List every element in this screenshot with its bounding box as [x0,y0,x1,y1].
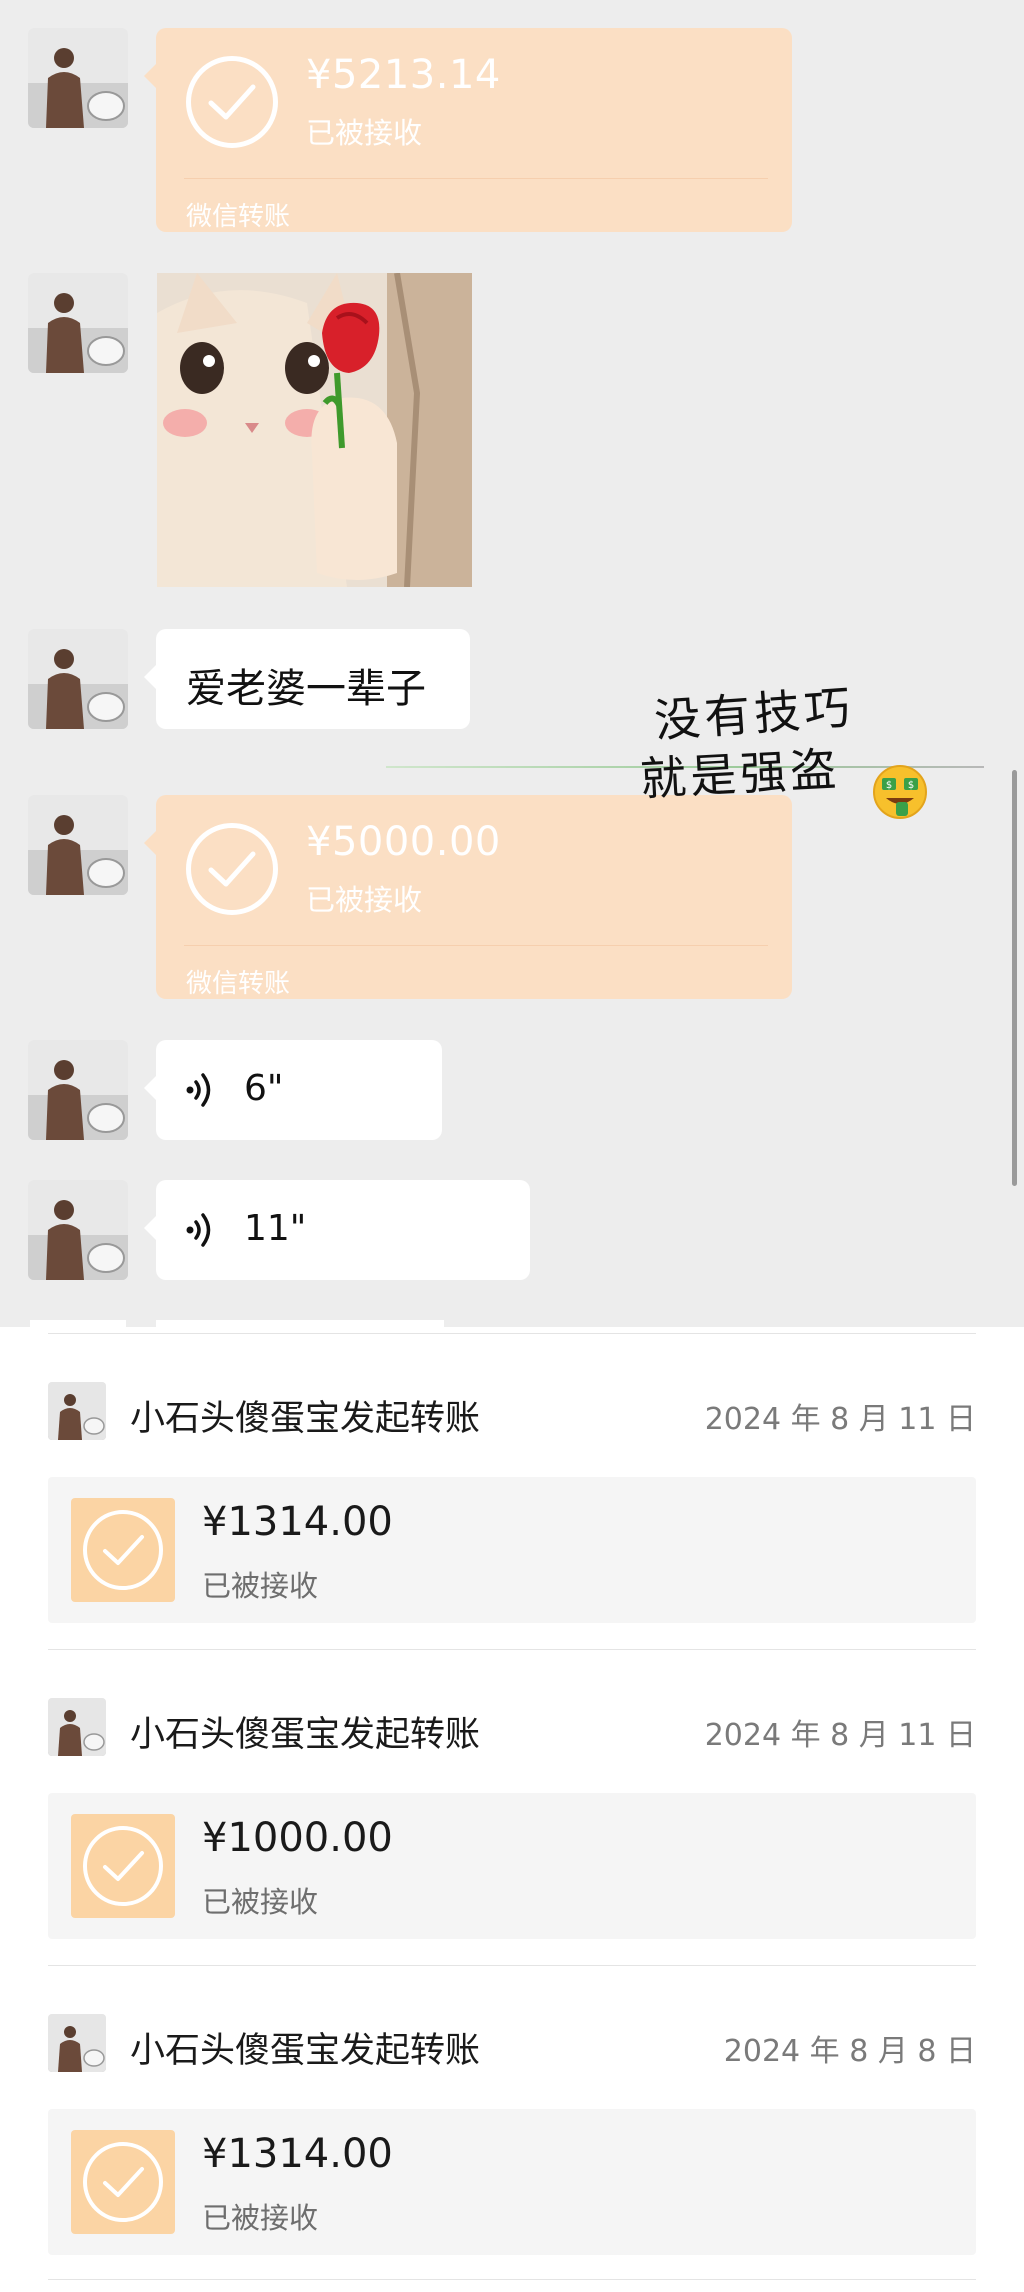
record-avatar [48,1382,106,1440]
transfer-message[interactable]: ¥5213.14 已被接收 微信转账 [144,28,792,232]
transfer-divider [184,178,768,179]
voice-duration: 11" [244,1208,307,1249]
record-card[interactable]: ¥1000.00 已被接收 [48,1793,976,1939]
transfer-amount: ¥5000.00 [306,819,501,865]
list-divider [48,2279,976,2280]
record-status: 已被接收 [202,1885,319,1919]
transfer-status: 已被接收 [306,116,423,150]
record-amount: ¥1000.00 [202,1815,393,1861]
chat-scrollbar[interactable] [1012,770,1017,1186]
transfer-message[interactable]: ¥5000.00 已被接收 微信转账 [144,795,792,999]
transfer-record-list: 小石头傻蛋宝发起转账 2024 年 8 月 11 日 ¥1314.00 已被接收… [0,1327,1024,2292]
check-circle-icon [186,56,278,148]
check-circle-icon [83,1510,163,1590]
sender-avatar[interactable] [28,273,128,373]
sender-avatar[interactable] [28,629,128,729]
list-divider [48,1965,976,1966]
transfer-footer: 微信转账 [186,969,291,999]
sender-avatar[interactable] [28,28,128,128]
record-header[interactable]: 小石头傻蛋宝发起转账 2024 年 8 月 8 日 [48,2014,976,2074]
record-status: 已被接收 [202,1569,319,1603]
voice-duration: 6" [244,1068,284,1109]
caption-line-2: 就是强盗 [638,741,842,807]
transfer-icon-tile [71,1498,175,1602]
record-card[interactable]: ¥1314.00 已被接收 [48,2109,976,2255]
record-date: 2024 年 8 月 11 日 [704,1402,976,1437]
money-mouth-face-icon: $ $ [873,765,927,819]
sender-avatar[interactable] [28,1180,128,1280]
sender-avatar[interactable] [28,1040,128,1140]
transfer-status: 已被接收 [306,883,423,917]
check-circle-icon [83,1826,163,1906]
sender-avatar[interactable] [28,795,128,895]
chat-area: ¥5213.14 已被接收 微信转账 爱老婆一辈子 ¥5000.00 已被接收 … [0,0,1024,1327]
text-message[interactable]: 爱老婆一辈子 [144,629,470,729]
voice-wave-icon [186,1073,211,1107]
message-text: 爱老婆一辈子 [186,666,426,712]
list-divider [48,1649,976,1650]
voice-message[interactable]: 11" [144,1180,530,1280]
voice-wave-icon [186,1213,211,1247]
transfer-icon-tile [71,2130,175,2234]
next-avatar-edge [30,1320,126,1327]
next-bubble-edge [156,1320,444,1327]
record-amount: ¥1314.00 [202,2131,393,2177]
check-circle-icon [83,2142,163,2222]
transfer-amount: ¥5213.14 [306,52,501,98]
transfer-footer: 微信转账 [186,202,291,232]
record-title: 小石头傻蛋宝发起转账 [130,1715,481,1755]
record-avatar [48,1698,106,1756]
record-status: 已被接收 [202,2201,319,2235]
record-date: 2024 年 8 月 8 日 [723,2034,976,2069]
voice-message[interactable]: 6" [144,1040,442,1140]
cat-rose-sticker[interactable] [157,273,472,587]
record-title: 小石头傻蛋宝发起转账 [130,2031,481,2071]
record-card[interactable]: ¥1314.00 已被接收 [48,1477,976,1623]
svg-text:$: $ [886,780,892,791]
record-date: 2024 年 8 月 11 日 [704,1718,976,1753]
svg-text:$: $ [908,780,914,791]
list-divider [48,1333,976,1334]
record-header[interactable]: 小石头傻蛋宝发起转账 2024 年 8 月 11 日 [48,1382,976,1442]
transfer-icon-tile [71,1814,175,1918]
record-title: 小石头傻蛋宝发起转账 [130,1399,481,1439]
transfer-divider [184,945,768,946]
record-header[interactable]: 小石头傻蛋宝发起转账 2024 年 8 月 11 日 [48,1698,976,1758]
check-circle-icon [186,823,278,915]
record-amount: ¥1314.00 [202,1499,393,1545]
record-avatar [48,2014,106,2072]
